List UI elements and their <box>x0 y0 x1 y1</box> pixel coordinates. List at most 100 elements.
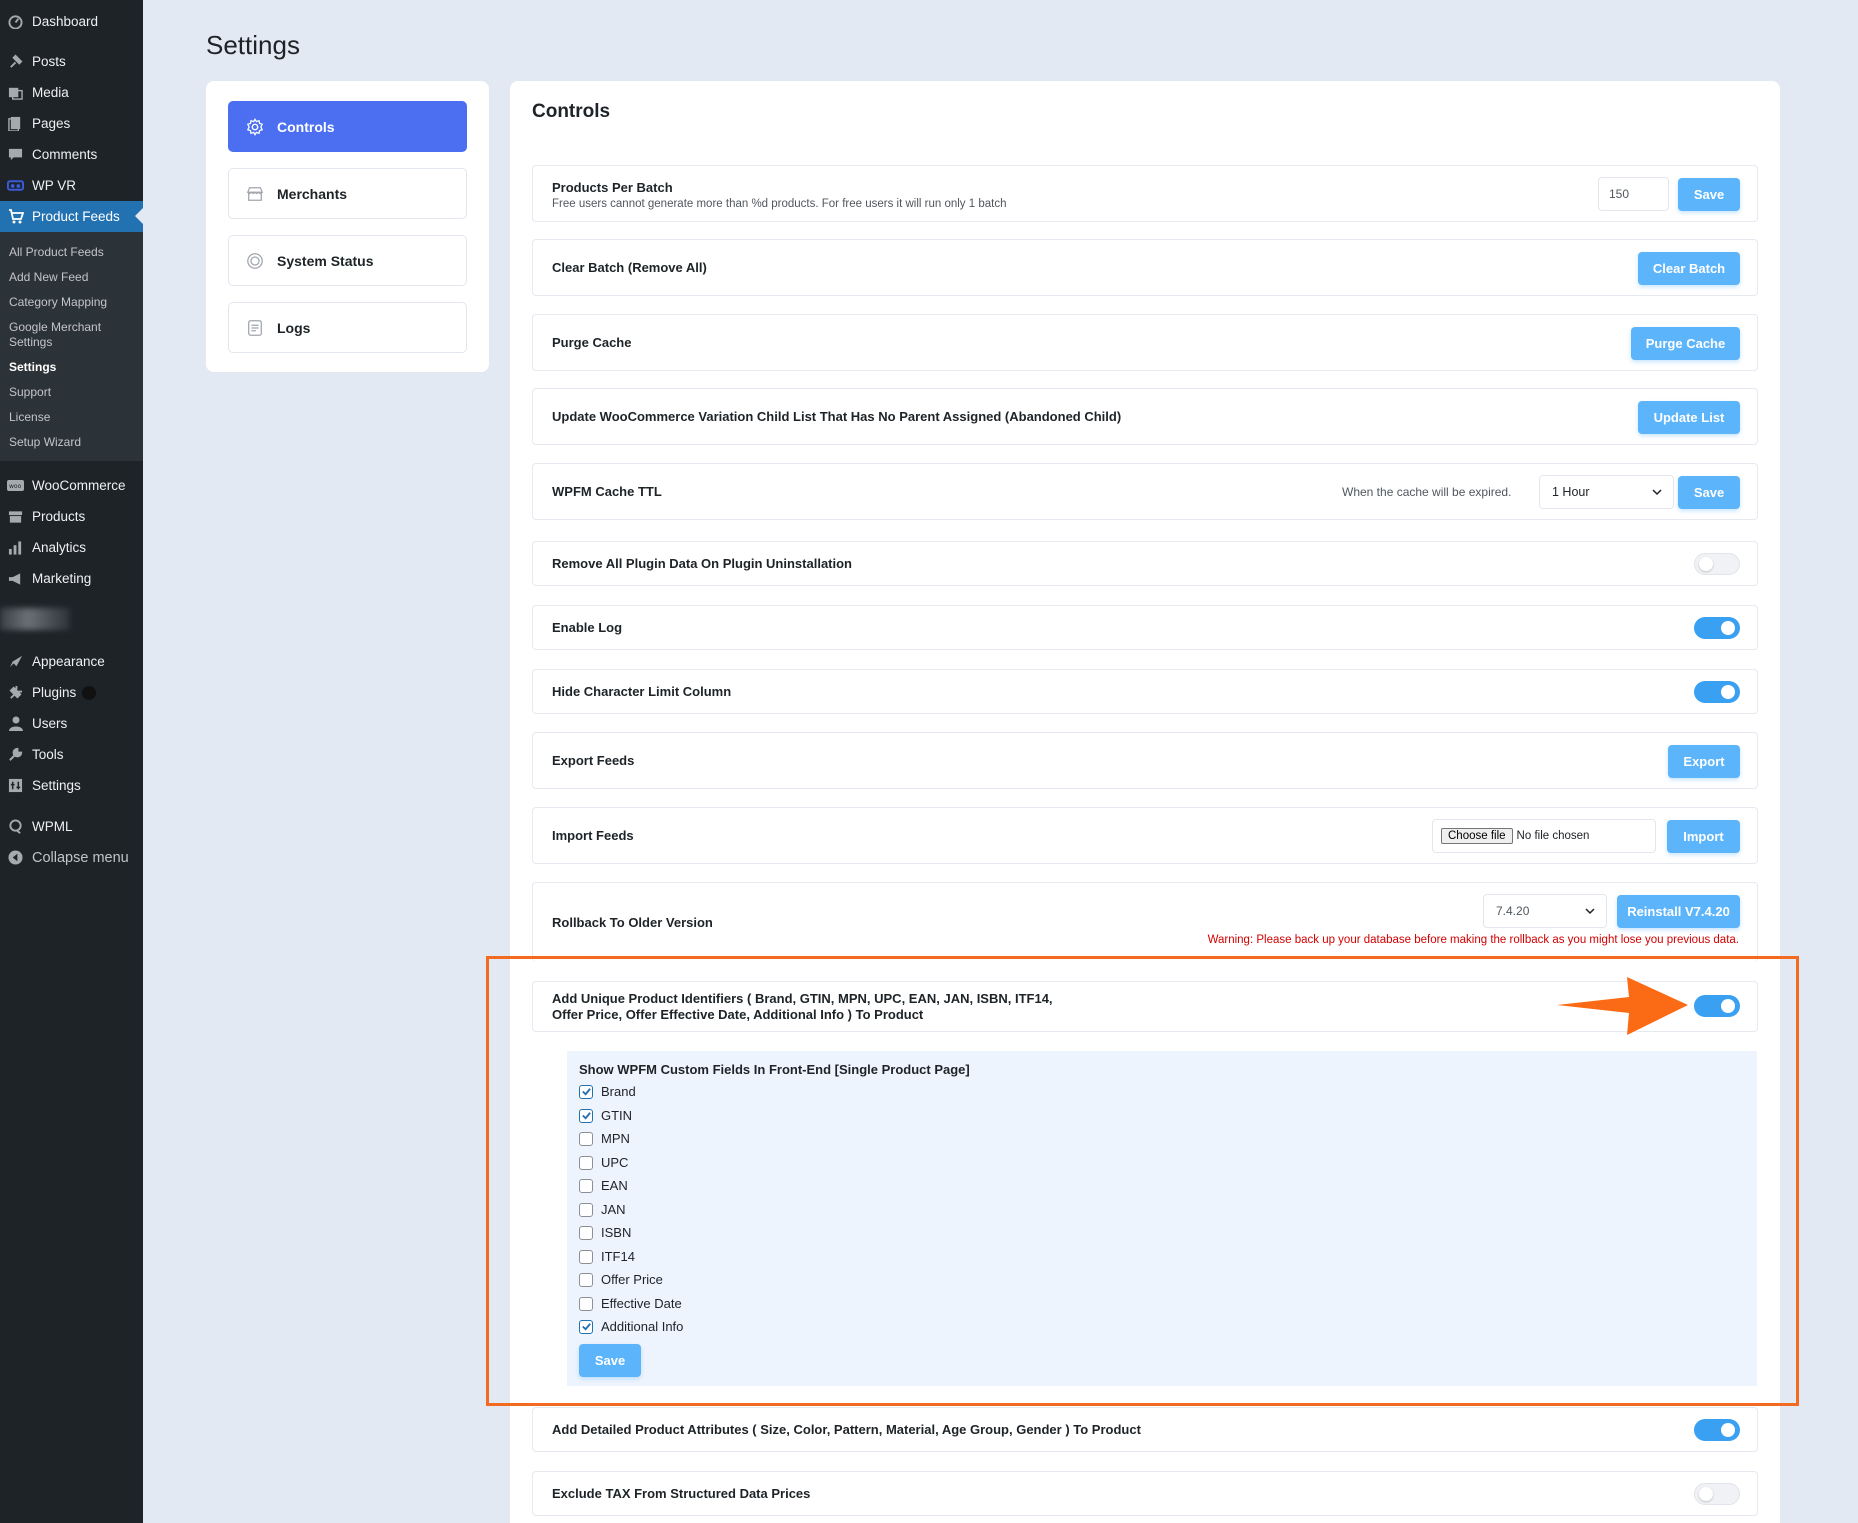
clear-batch-button[interactable]: Clear Batch <box>1638 252 1740 285</box>
custom-fields-panel: Show WPFM Custom Fields In Front-End [Si… <box>567 1051 1757 1386</box>
store-icon <box>245 184 265 204</box>
menu-item-label: Tools <box>32 747 64 762</box>
menu-item-marketing[interactable]: Marketing <box>0 563 143 594</box>
import-button[interactable]: Import <box>1667 820 1740 853</box>
dashboard-icon <box>7 13 24 30</box>
checkbox-unchecked[interactable] <box>579 1178 593 1193</box>
reinstall-button[interactable]: Reinstall V7.4.20 <box>1617 895 1740 928</box>
menu-item-tools[interactable]: Tools <box>0 739 143 770</box>
unique-identifiers-toggle[interactable] <box>1694 995 1740 1017</box>
export-button[interactable]: Export <box>1668 745 1740 778</box>
checkbox-label: Additional Info <box>601 1319 684 1334</box>
checkbox-unchecked[interactable] <box>579 1202 593 1217</box>
checkbox-unchecked[interactable] <box>579 1225 593 1240</box>
tab-system-status[interactable]: System Status <box>228 235 467 286</box>
choose-file-button[interactable]: Choose file <box>1441 828 1513 844</box>
svg-text:woo: woo <box>9 483 22 490</box>
checkbox-label: Offer Price <box>601 1272 663 1287</box>
setting-import-feeds: Import Feeds Choose file No file chosen … <box>532 807 1758 864</box>
detailed-attributes-toggle[interactable] <box>1694 1419 1740 1441</box>
checkbox-unchecked[interactable] <box>579 1249 593 1264</box>
submenu-category-mapping[interactable]: Category Mapping <box>0 290 143 315</box>
menu-item-plugins[interactable]: Plugins <box>0 677 143 708</box>
checkbox-item-mpn[interactable]: MPN <box>579 1131 630 1146</box>
tab-logs[interactable]: Logs <box>228 302 467 353</box>
pin-icon <box>7 53 24 70</box>
menu-item-media[interactable]: Media <box>0 77 143 108</box>
cache-ttl-hint: When the cache will be expired. <box>1342 485 1512 499</box>
user-icon <box>7 715 24 732</box>
checkbox-unchecked[interactable] <box>579 1296 593 1311</box>
setting-label-line-1: Add Unique Product Identifiers ( Brand, … <box>552 991 1053 1006</box>
checkbox-item-ean[interactable]: EAN <box>579 1178 628 1193</box>
menu-item-collapse[interactable]: Collapse menu <box>0 842 143 873</box>
purge-cache-button[interactable]: Purge Cache <box>1631 327 1740 360</box>
submenu-add-new-feed[interactable]: Add New Feed <box>0 265 143 290</box>
tab-merchants[interactable]: Merchants <box>228 168 467 219</box>
setting-enable-log: Enable Log <box>532 605 1758 650</box>
remove-data-toggle[interactable] <box>1694 553 1740 575</box>
submenu-settings[interactable]: Settings <box>0 355 143 380</box>
menu-item-appearance[interactable]: Appearance <box>0 646 143 677</box>
checkbox-label: Effective Date <box>601 1296 682 1311</box>
menu-item-products[interactable]: Products <box>0 501 143 532</box>
menu-item-woocommerce[interactable]: woo WooCommerce <box>0 470 143 501</box>
checkbox-item-brand[interactable]: Brand <box>579 1084 636 1099</box>
update-list-button[interactable]: Update List <box>1638 401 1740 434</box>
menu-item-pages[interactable]: Pages <box>0 108 143 139</box>
checkbox-item-offer-price[interactable]: Offer Price <box>579 1272 663 1287</box>
custom-fields-save-button[interactable]: Save <box>579 1344 641 1377</box>
woo-icon: woo <box>7 477 24 494</box>
submenu-google-merchant-settings[interactable]: Google Merchant Settings <box>0 315 143 355</box>
menu-item-label: Pages <box>32 116 71 131</box>
checkbox-checked[interactable] <box>579 1319 593 1334</box>
exclude-tax-toggle[interactable] <box>1694 1483 1740 1505</box>
menu-item-label: Plugins <box>32 685 77 700</box>
menu-item-users[interactable]: Users <box>0 708 143 739</box>
submenu-all-product-feeds[interactable]: All Product Feeds <box>0 240 143 265</box>
products-per-batch-save-button[interactable]: Save <box>1678 178 1740 211</box>
checkbox-item-gtin[interactable]: GTIN <box>579 1108 632 1123</box>
checkbox-item-itf14[interactable]: ITF14 <box>579 1249 635 1264</box>
checkbox-unchecked[interactable] <box>579 1155 593 1170</box>
cache-ttl-select[interactable]: 1 Hour <box>1539 475 1674 509</box>
setting-label: Update WooCommerce Variation Child List … <box>552 409 1122 424</box>
checkbox-unchecked[interactable] <box>579 1272 593 1287</box>
checkbox-item-jan[interactable]: JAN <box>579 1202 626 1217</box>
setting-export-feeds: Export Feeds Export <box>532 732 1758 789</box>
tab-label: Merchants <box>277 185 348 202</box>
import-file-input[interactable]: Choose file No file chosen <box>1432 819 1656 853</box>
checkbox-item-additional-info[interactable]: Additional Info <box>579 1319 683 1334</box>
checkbox-label: UPC <box>601 1155 629 1170</box>
checkbox-checked[interactable] <box>579 1108 593 1123</box>
menu-item-posts[interactable]: Posts <box>0 46 143 77</box>
plug-icon <box>7 684 24 701</box>
tab-controls[interactable]: Controls <box>228 101 467 152</box>
checkbox-item-isbn[interactable]: ISBN <box>579 1225 631 1240</box>
menu-item-product-feeds[interactable]: Product Feeds <box>0 201 143 232</box>
rollback-version-select[interactable]: 7.4.20 <box>1483 894 1607 928</box>
submenu-support[interactable]: Support <box>0 380 143 405</box>
menu-item-dashboard[interactable]: Dashboard <box>0 6 143 37</box>
products-per-batch-input[interactable]: 150 <box>1598 177 1669 211</box>
cache-ttl-save-button[interactable]: Save <box>1678 476 1740 509</box>
page-title: Settings <box>206 30 300 60</box>
menu-item-settings[interactable]: Settings <box>0 770 143 801</box>
submenu-setup-wizard[interactable]: Setup Wizard <box>0 430 143 455</box>
setting-label: Remove All Plugin Data On Plugin Uninsta… <box>552 556 852 571</box>
menu-item-comments[interactable]: Comments <box>0 139 143 170</box>
checkbox-unchecked[interactable] <box>579 1131 593 1146</box>
menu-item-analytics[interactable]: Analytics <box>0 532 143 563</box>
chevron-down-icon <box>1584 905 1596 920</box>
setting-description: Free users cannot generate more than %d … <box>552 198 1007 210</box>
checkbox-item-upc[interactable]: UPC <box>579 1155 628 1170</box>
hide-char-limit-toggle[interactable] <box>1694 681 1740 703</box>
submenu-license[interactable]: License <box>0 405 143 430</box>
menu-item-wpml[interactable]: WPML <box>0 811 143 842</box>
menu-item-label: Media <box>32 85 69 100</box>
enable-log-toggle[interactable] <box>1694 617 1740 639</box>
checkbox-label: Brand <box>601 1084 636 1099</box>
menu-item-wpvr[interactable]: WP VR <box>0 170 143 201</box>
checkbox-checked[interactable] <box>579 1084 593 1099</box>
checkbox-item-effective-date[interactable]: Effective Date <box>579 1296 682 1311</box>
